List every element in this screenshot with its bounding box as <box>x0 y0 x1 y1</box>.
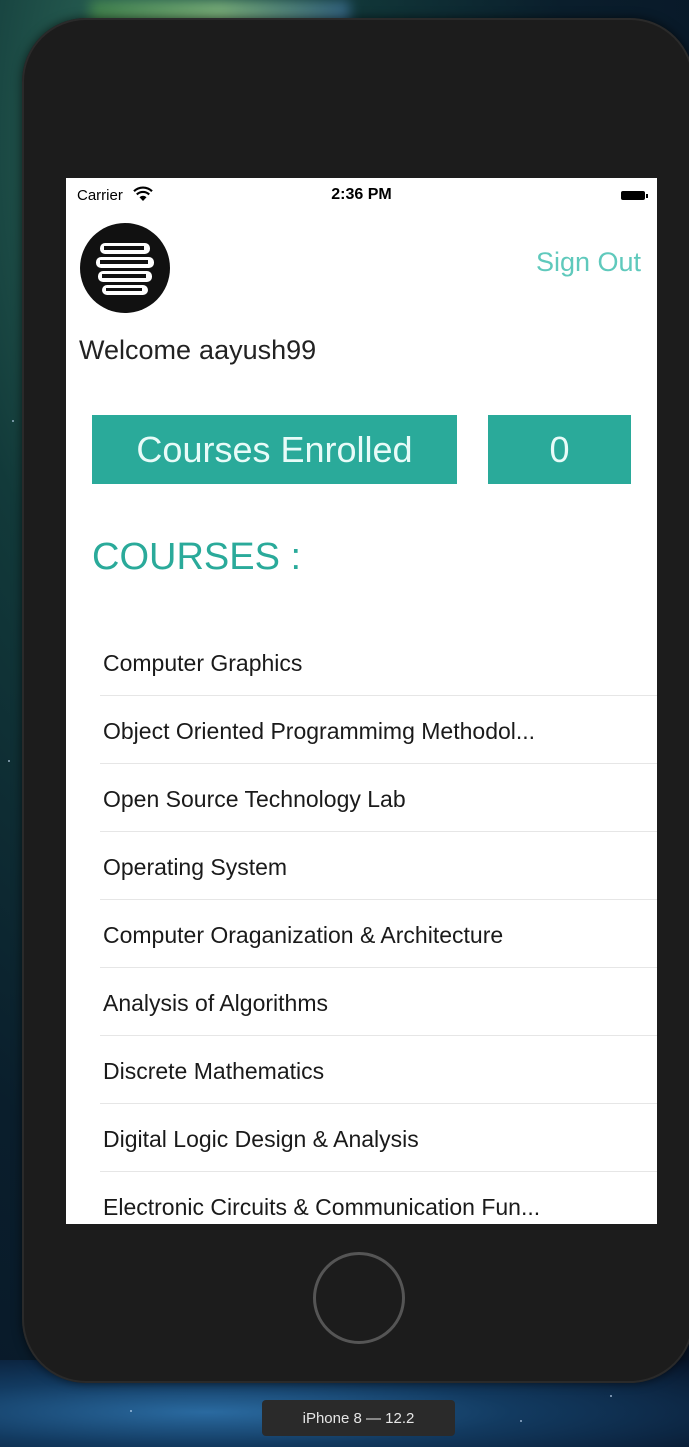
status-bar: Carrier 2:36 PM <box>66 178 657 212</box>
welcome-username: aayush99 <box>199 335 317 365</box>
background-star <box>130 1410 132 1412</box>
course-list-item[interactable]: Object Oriented Programmimg Methodol... <box>100 696 657 764</box>
books-stack-logo <box>80 223 170 313</box>
welcome-greeting: Welcome <box>79 335 192 365</box>
course-list-item[interactable]: Analysis of Algorithms <box>100 968 657 1036</box>
simulator-device-label: iPhone 8 — 12.2 <box>262 1400 455 1436</box>
course-list: Computer Graphics Object Oriented Progra… <box>100 628 657 1224</box>
course-list-item[interactable]: Computer Oraganization & Architecture <box>100 900 657 968</box>
background-star <box>8 760 10 762</box>
courses-enrolled-label: Courses Enrolled <box>92 415 457 484</box>
course-list-item[interactable]: Digital Logic Design & Analysis <box>100 1104 657 1172</box>
books-stack-icon <box>81 224 169 312</box>
welcome-message: Welcome aayush99 <box>79 335 316 366</box>
course-list-item[interactable]: Operating System <box>100 832 657 900</box>
background-star <box>12 420 14 422</box>
course-list-item[interactable]: Electronic Circuits & Communication Fun.… <box>100 1172 657 1224</box>
app-screen: Carrier 2:36 PM Sign Out Welcome aayush99… <box>66 178 657 1224</box>
courses-heading: COURSES : <box>92 536 302 578</box>
course-list-item[interactable]: Computer Graphics <box>100 628 657 696</box>
background-star <box>520 1420 522 1422</box>
battery-icon <box>621 191 648 200</box>
sign-out-button[interactable]: Sign Out <box>536 247 641 278</box>
background-star <box>610 1395 612 1397</box>
course-list-item[interactable]: Discrete Mathematics <box>100 1036 657 1104</box>
courses-enrolled-count: 0 <box>488 415 631 484</box>
status-time: 2:36 PM <box>331 186 392 203</box>
home-button[interactable] <box>313 1252 405 1344</box>
course-list-item[interactable]: Open Source Technology Lab <box>100 764 657 832</box>
